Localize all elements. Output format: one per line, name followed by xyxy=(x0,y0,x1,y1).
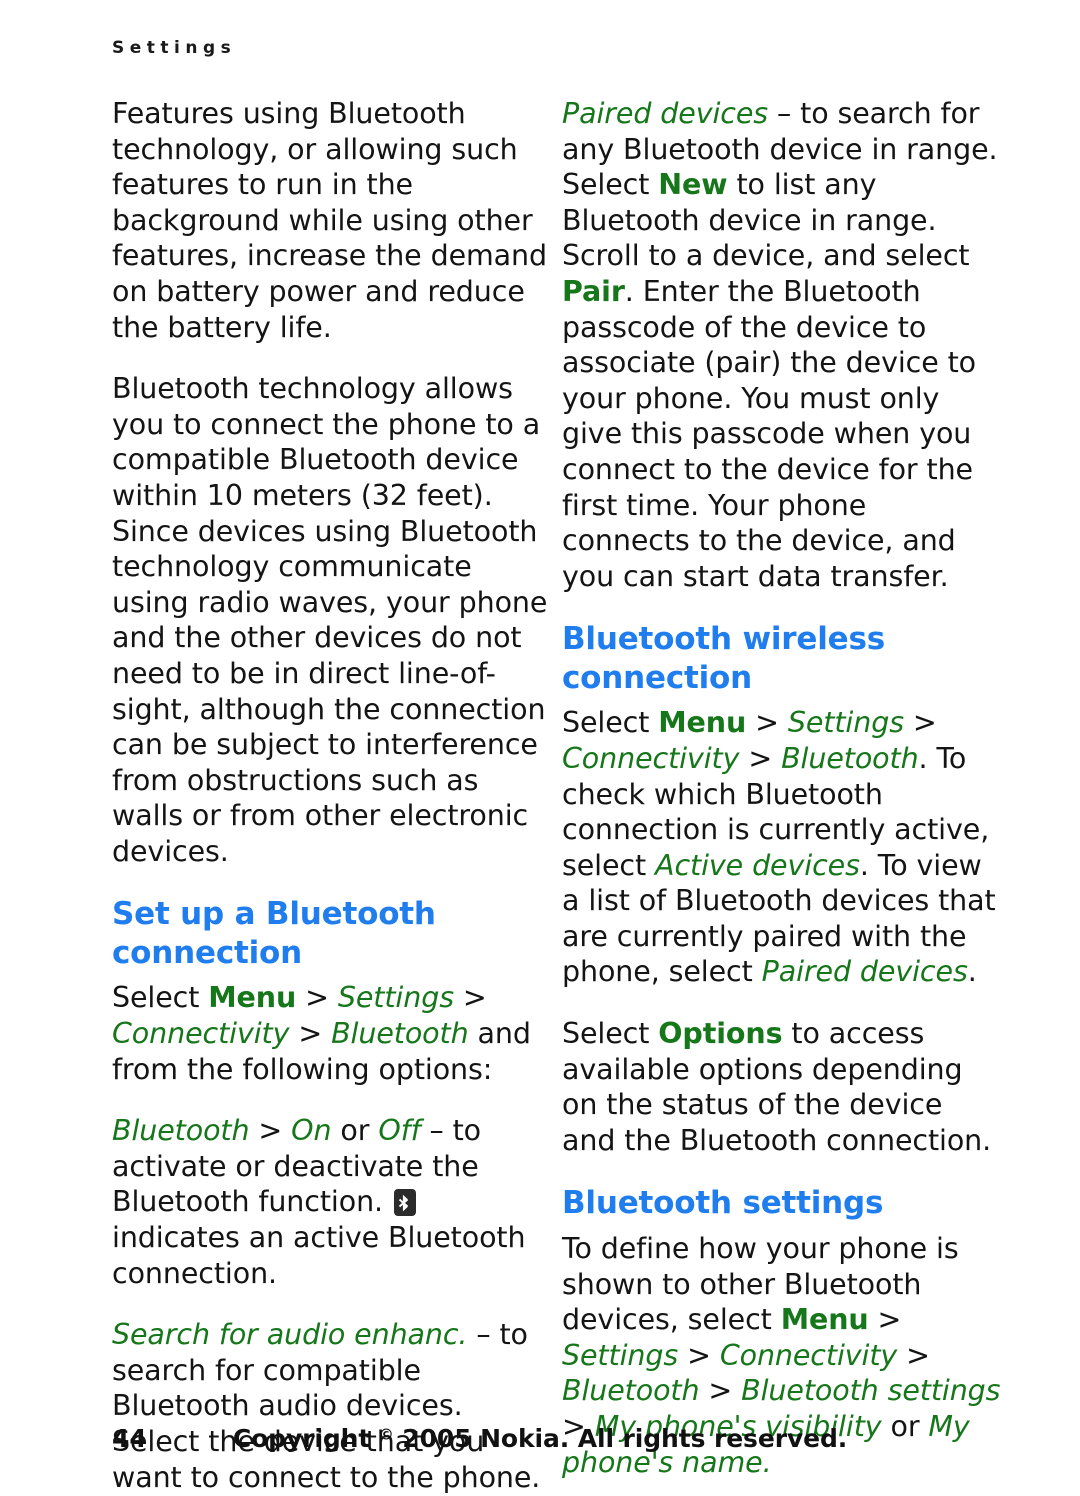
left-column: Features using Bluetooth technology, or … xyxy=(112,96,552,1494)
menu-item-bluetooth-settings: Bluetooth settings xyxy=(741,1374,1001,1408)
paragraph-select-options: Select Options to access available optio… xyxy=(562,1016,1002,1158)
path-separator: > xyxy=(453,981,487,1015)
softkey-pair: Pair xyxy=(562,274,625,308)
menu-item-settings: Settings xyxy=(562,1338,679,1372)
text-select: Select xyxy=(562,1017,659,1051)
menu-key-label: Menu xyxy=(780,1303,869,1337)
path-separator: > xyxy=(289,1017,332,1051)
option-search-for-audio-enhancements: Search for audio enhanc. – to search for… xyxy=(112,1317,552,1495)
copyright-symbol: © xyxy=(378,1425,394,1444)
menu-item-settings: Settings xyxy=(337,981,454,1015)
menu-value-off: Off xyxy=(378,1114,421,1148)
option-paired-devices: Paired devices – to search for any Bluet… xyxy=(562,96,1002,594)
bluetooth-icon xyxy=(393,1189,416,1217)
menu-item-connectivity: Connectivity xyxy=(112,1017,290,1051)
menu-item-settings: Settings xyxy=(787,706,904,740)
softkey-new: New xyxy=(658,168,728,202)
menu-item-bluetooth: Bluetooth xyxy=(562,1374,700,1408)
path-separator: > xyxy=(868,1303,902,1337)
manual-page: Settings Features using Bluetooth techno… xyxy=(0,0,1080,1496)
right-column: Paired devices – to search for any Bluet… xyxy=(562,96,1002,1479)
menu-key-label: Menu xyxy=(208,981,297,1015)
path-separator: > xyxy=(678,1338,720,1372)
menu-value-on: On xyxy=(291,1114,332,1148)
softkey-options: Options xyxy=(658,1017,783,1051)
path-separator: > xyxy=(739,741,782,775)
path-separator: > xyxy=(903,706,937,740)
menu-key-label: Menu xyxy=(658,706,747,740)
paragraph-bluetooth-technology-range: Bluetooth technology allows you to conne… xyxy=(112,372,548,868)
menu-item-bluetooth: Bluetooth xyxy=(781,741,919,775)
copyright-notice: Copyright © 2005 Nokia. All rights reser… xyxy=(0,1424,1080,1453)
menu-item-paired-devices: Paired devices xyxy=(562,97,769,130)
page-footer: 44 Copyright © 2005 Nokia. All rights re… xyxy=(0,1424,1080,1464)
text-select: Select xyxy=(562,706,659,740)
path-separator: > xyxy=(699,1374,742,1408)
path-separator: > xyxy=(296,981,338,1015)
text-indicates-active-connection: indicates an active Bluetooth connection… xyxy=(112,1221,526,1290)
paragraph-setup-menu-path: Select Menu > Settings > Connectivity > … xyxy=(112,980,552,1087)
copyright-suffix: 2005 Nokia. All rights reserved. xyxy=(393,1424,848,1453)
text-period: . xyxy=(967,955,977,989)
path-separator: > xyxy=(746,706,788,740)
menu-item-bluetooth: Bluetooth xyxy=(331,1017,469,1051)
text-paired-tail: . Enter the Bluetooth passcode of the de… xyxy=(562,274,977,593)
menu-item-connectivity: Connectivity xyxy=(719,1338,898,1372)
text-or: or xyxy=(331,1114,379,1148)
copyright-prefix: Copyright xyxy=(232,1424,379,1453)
heading-bluetooth-wireless-connection: Bluetooth wireless connection xyxy=(562,621,885,696)
paragraph-features-using-bluetooth: Features using Bluetooth technology, or … xyxy=(112,97,547,344)
menu-item-active-devices: Active devices xyxy=(655,848,860,882)
option-bluetooth-on-off: Bluetooth > On or Off – to activate or d… xyxy=(112,1113,552,1291)
menu-item-search-for-audio-enhanc: Search for audio enhanc. xyxy=(112,1318,468,1352)
running-header-settings: Settings xyxy=(112,38,237,58)
heading-set-up-a-bluetooth-connection: Set up a Bluetooth connection xyxy=(112,896,436,971)
path-separator: > xyxy=(897,1338,930,1372)
text-select: Select xyxy=(112,981,209,1015)
heading-bluetooth-settings: Bluetooth settings xyxy=(562,1185,884,1222)
paragraph-wireless-connection-path: Select Menu > Settings > Connectivity > … xyxy=(562,705,1002,990)
path-separator: > xyxy=(249,1114,292,1148)
menu-item-connectivity: Connectivity xyxy=(562,741,740,775)
menu-item-paired-devices: Paired devices xyxy=(761,955,968,989)
menu-item-bluetooth: Bluetooth xyxy=(112,1114,250,1148)
two-column-body: Features using Bluetooth technology, or … xyxy=(0,96,1080,1494)
